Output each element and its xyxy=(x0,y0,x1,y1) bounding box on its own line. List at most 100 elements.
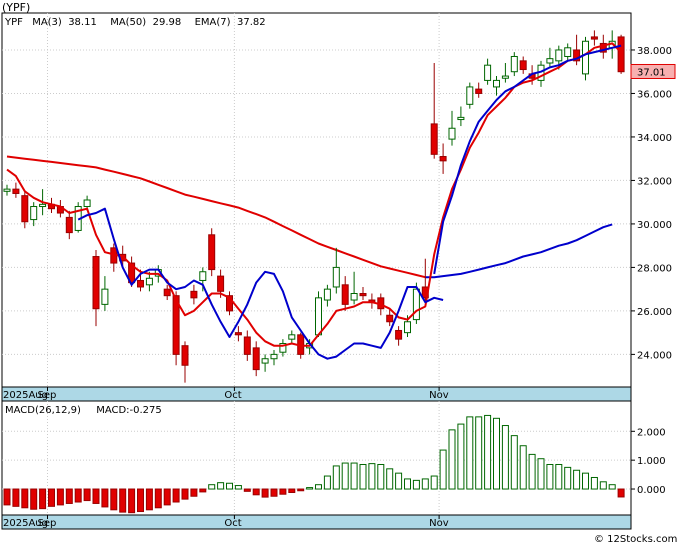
macd-bar xyxy=(377,463,385,490)
candle-body xyxy=(412,288,420,321)
candle-body xyxy=(181,345,189,366)
candle-body xyxy=(243,336,251,355)
macd-date-axis-bar xyxy=(1,514,632,530)
macd-bar xyxy=(3,488,11,506)
candle-body xyxy=(137,279,144,288)
macd-legend-label: MACD:-0.275 xyxy=(96,405,162,416)
candle-body xyxy=(234,332,242,336)
candle-body xyxy=(323,288,331,301)
macd-bar xyxy=(323,475,331,490)
macd-bar xyxy=(564,466,572,490)
candle-body xyxy=(590,36,598,40)
macd-bar xyxy=(386,468,394,490)
macd-bar xyxy=(65,488,73,504)
macd-bar xyxy=(30,488,38,510)
candle-body xyxy=(484,64,492,81)
candle-body xyxy=(501,75,509,79)
price-legend-label: MA(50) xyxy=(110,17,146,28)
candle-body xyxy=(39,203,47,208)
macd-bar xyxy=(412,479,420,490)
price-legend-value: 29.98 xyxy=(153,17,182,28)
macd-bar xyxy=(288,488,296,493)
macd-bar xyxy=(457,423,465,490)
macd-bar xyxy=(181,488,189,500)
candle-body xyxy=(555,49,563,62)
candle-body xyxy=(199,271,207,281)
candle-body xyxy=(564,47,572,57)
macd-bar xyxy=(226,482,233,490)
candle-body xyxy=(332,266,340,288)
candle-body xyxy=(65,216,73,234)
candle-body xyxy=(404,321,411,334)
macd-bar xyxy=(573,469,581,490)
macd-bar xyxy=(172,488,180,503)
candle-body xyxy=(359,293,367,297)
candle-body xyxy=(493,79,500,88)
candle-body xyxy=(270,353,278,360)
candle xyxy=(208,228,216,277)
last-price-marker: 37.01 xyxy=(630,63,676,79)
candle-body xyxy=(83,199,91,208)
price-y-tick-label: 32.000 xyxy=(637,176,672,187)
macd-bar xyxy=(448,429,456,490)
macd-bar xyxy=(145,488,153,511)
macd-bar xyxy=(439,449,447,490)
candle-body xyxy=(12,188,20,194)
candle-body xyxy=(395,329,403,340)
candle xyxy=(74,202,82,233)
macd-bar xyxy=(501,425,509,490)
price-x-tick-label: Oct xyxy=(224,390,241,401)
macd-bar xyxy=(297,488,305,492)
candle-body xyxy=(475,88,483,94)
macd-bar xyxy=(590,476,598,490)
candle-body xyxy=(617,36,625,73)
macd-bar xyxy=(21,488,29,509)
macd-bar xyxy=(12,488,20,507)
candle xyxy=(582,36,589,81)
macd-bar xyxy=(332,465,340,490)
macd-bar xyxy=(582,472,589,490)
macd-bar xyxy=(510,435,518,490)
macd-y-tick-label: 0.000 xyxy=(637,485,666,496)
price-y-tick-label: 36.000 xyxy=(637,89,672,100)
macd-bar xyxy=(315,484,322,490)
macd-bar xyxy=(617,488,625,498)
macd-y-axis: 0.000 1.000 2.000 xyxy=(631,427,666,496)
last-price-label: 37.01 xyxy=(637,67,666,78)
macd-bar xyxy=(537,458,545,490)
macd-bar xyxy=(350,462,358,490)
macd-bar xyxy=(368,463,376,490)
macd-bar xyxy=(493,417,500,490)
macd-bar xyxy=(252,488,260,496)
macd-bar xyxy=(39,488,47,510)
macd-bar xyxy=(101,488,109,508)
candle-body xyxy=(288,334,296,340)
price-y-tick-label: 34.000 xyxy=(637,133,672,144)
price-legend: YPF MA(3) 38.11 MA(50) 29.98 EMA(7) 37.82 xyxy=(4,17,266,28)
macd-bar xyxy=(430,475,438,490)
candle-body xyxy=(519,60,527,71)
price-legend-value: 37.82 xyxy=(237,17,266,28)
candle xyxy=(315,291,322,337)
macd-bar xyxy=(208,484,216,490)
candle-body xyxy=(430,123,438,155)
candle-body xyxy=(145,277,153,286)
macd-bar xyxy=(217,482,225,490)
macd-bar xyxy=(154,488,162,509)
macd-bar xyxy=(395,472,403,490)
price-date-axis-bar xyxy=(1,386,632,402)
price-y-tick-label: 30.000 xyxy=(637,220,672,231)
candle-body xyxy=(252,347,260,371)
candle-body xyxy=(466,86,474,105)
candle-body xyxy=(163,288,171,297)
macd-bar xyxy=(92,488,100,504)
candle-body xyxy=(386,314,394,323)
macd-bar xyxy=(341,462,349,490)
candle-body xyxy=(217,275,225,292)
candle-body xyxy=(101,288,109,305)
macd-bar xyxy=(119,488,127,513)
price-x-tick-label: Nov xyxy=(429,390,449,401)
candle-body xyxy=(510,55,518,73)
price-legend-label: EMA(7) xyxy=(195,17,231,28)
price-y-tick-label: 26.000 xyxy=(637,307,672,318)
